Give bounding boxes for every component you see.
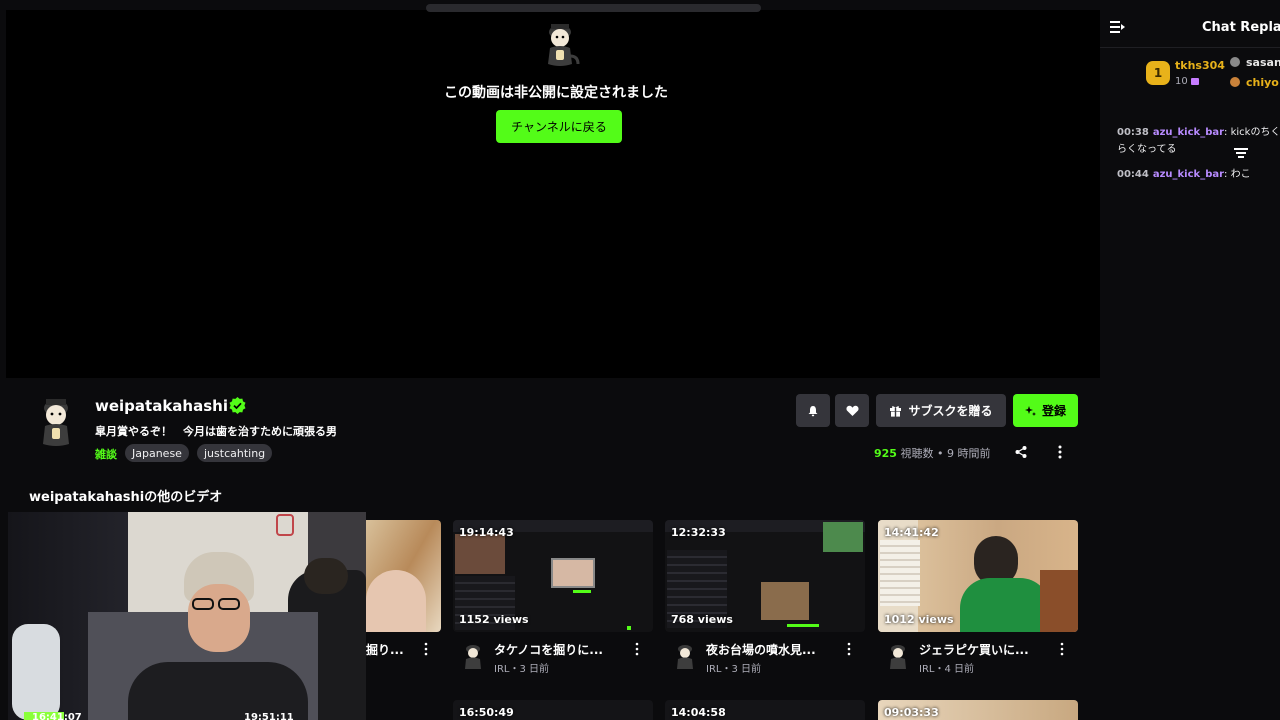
video-card[interactable]: 14:41:42 1012 views ジェラピケ買いに... IRL・4 日前 (878, 520, 1078, 675)
webcam-overlay: 16:41:07 19:51:11 (8, 512, 366, 720)
collapse-chat-icon[interactable] (1110, 20, 1126, 34)
message-time: 00:44 (1117, 169, 1149, 180)
chat-message: 00:44 azu_kick_bar: わこ (1117, 166, 1280, 183)
video-thumbnail[interactable]: 16:50:49 (453, 700, 653, 720)
video-thumbnail[interactable] (366, 520, 441, 632)
video-title[interactable]: 夜お台場の噴水見... (706, 641, 816, 658)
video-duration: 12:32:33 (671, 526, 726, 539)
progress-pill (426, 4, 761, 12)
chat-title: Chat Replay (1202, 20, 1280, 35)
top-gifter-name[interactable]: tkhs304 (1175, 59, 1225, 72)
channel-info: weipatakahashi 皐月賞やるぞ！ 今月は歯を治すために頑張る男 雑談… (0, 378, 1100, 488)
favorite-button[interactable] (835, 394, 869, 427)
card-more-icon[interactable] (846, 642, 852, 656)
video-duration: 14:04:58 (671, 706, 726, 719)
badge-icon (1230, 77, 1240, 87)
chat-messages: 00:38 azu_kick_bar: kickのちくらくなってる 00:44 az… (1117, 124, 1280, 191)
follow-button[interactable]: 登録 (1013, 394, 1078, 427)
video-thumbnail[interactable]: 19:14:43 1152 views (453, 520, 653, 632)
video-views: 1012 views (884, 613, 954, 626)
badge-icon (1230, 57, 1240, 67)
stream-title: 皐月賞やるぞ！ 今月は歯を治すために頑張る男 (95, 425, 337, 438)
video-duration: 14:41:42 (884, 526, 939, 539)
message-user[interactable]: azu_kick_bar (1153, 127, 1224, 138)
follow-label: 登録 (1041, 404, 1066, 418)
chat-message: 00:38 azu_kick_bar: kickのちくらくなってる (1117, 124, 1280, 158)
private-video-message: この動画は非公開に設定されました (444, 85, 668, 101)
message-text: : わこ (1224, 169, 1251, 180)
avatar[interactable] (886, 642, 910, 670)
video-thumbnail[interactable]: 14:04:58 (665, 700, 865, 720)
video-duration: 19:51:11 (244, 712, 294, 720)
chat-replay-panel: Chat Replay 1 tkhs304 10 sasan chiyo 00:… (1100, 0, 1280, 720)
gift-icon (1190, 77, 1199, 85)
video-views: 1152 views (459, 613, 529, 626)
more-videos-heading: weipatakahashiの他のビデオ (29, 490, 223, 505)
video-views: 768 views (671, 613, 733, 626)
back-to-channel-button[interactable]: チャンネルに戻る (496, 110, 622, 143)
share-icon[interactable] (1014, 445, 1028, 459)
gifter-3[interactable]: chiyo (1230, 76, 1279, 89)
view-stats: 925 視聴数 • 9 時間前 (874, 445, 990, 461)
card-more-icon[interactable] (1059, 642, 1065, 656)
video-player[interactable]: この動画は非公開に設定されました チャンネルに戻る (6, 4, 1100, 378)
video-meta: IRL・3 日前 (494, 664, 550, 675)
video-duration: 19:14:43 (459, 526, 514, 539)
tag-chip[interactable]: justcahting (197, 444, 273, 462)
gifter-2[interactable]: sasan (1230, 56, 1280, 69)
video-title[interactable]: ジェラピケ買いに... (919, 641, 1029, 658)
video-duration: 16:50:49 (459, 706, 514, 719)
video-duration: 09:03:33 (884, 706, 939, 719)
video-card[interactable]: 12:32:33 768 views 夜お台場の噴水見... IRL・3 日前 (665, 520, 865, 675)
rank-badge-icon: 1 (1146, 61, 1170, 85)
video-meta: IRL・3 日前 (706, 664, 762, 675)
top-gifters: 1 tkhs304 10 sasan chiyo (1100, 48, 1280, 158)
more-options-icon[interactable] (1054, 444, 1066, 460)
avatar[interactable] (461, 642, 485, 670)
avatar[interactable] (32, 394, 80, 448)
views-label: 視聴数 (900, 447, 934, 460)
heart-icon (845, 405, 859, 416)
time-ago: 9 時間前 (946, 447, 991, 460)
separator: • (936, 447, 944, 460)
top-gifter-count: 10 (1175, 76, 1199, 87)
sparkle-icon (1024, 405, 1036, 416)
tag-chip[interactable]: Japanese (125, 444, 189, 462)
gift-icon (890, 406, 902, 417)
verified-icon (229, 397, 246, 414)
bell-icon (808, 405, 818, 416)
channel-name[interactable]: weipatakahashi (95, 397, 228, 415)
video-duration: 16:41:07 (32, 712, 82, 720)
message-time: 00:38 (1117, 127, 1149, 138)
gift-subscription-button[interactable]: サブスクを贈る (876, 394, 1006, 427)
view-count: 925 (874, 447, 897, 460)
avatar[interactable] (673, 642, 697, 670)
video-title[interactable]: 掘り... (366, 641, 404, 658)
notification-button[interactable] (796, 394, 830, 427)
chat-header: Chat Replay (1100, 0, 1280, 48)
card-more-icon[interactable] (423, 642, 429, 656)
video-thumbnail[interactable]: 09:03:33 (878, 700, 1078, 720)
channel-mascot-icon (548, 24, 580, 66)
video-thumbnail[interactable]: 14:41:42 1012 views (878, 520, 1078, 632)
card-more-icon[interactable] (634, 642, 640, 656)
gift-subscription-label: サブスクを贈る (908, 404, 993, 418)
video-card[interactable]: 19:14:43 1152 views タケノコを掘りに... IRL・3 日前 (453, 520, 653, 675)
video-thumbnail[interactable]: 12:32:33 768 views (665, 520, 865, 632)
message-user[interactable]: azu_kick_bar (1153, 169, 1224, 180)
video-title[interactable]: タケノコを掘りに... (494, 641, 603, 658)
video-meta: IRL・4 日前 (919, 664, 975, 675)
category-link[interactable]: 雑談 (95, 446, 117, 462)
